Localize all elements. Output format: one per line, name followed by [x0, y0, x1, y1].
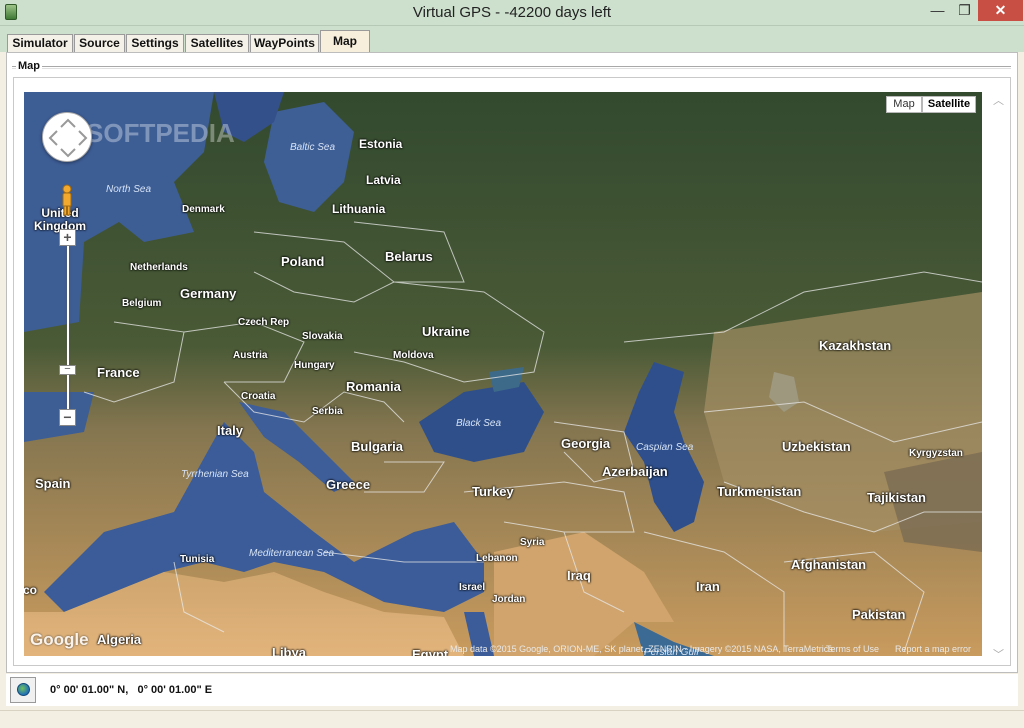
globe-button[interactable] [10, 677, 36, 703]
sea-label: Black Sea [456, 418, 502, 429]
zoom-track[interactable] [67, 242, 69, 418]
map-label: Poland [281, 254, 325, 269]
tab-satellites[interactable]: Satellites [185, 34, 249, 53]
map-label: Egypt [412, 647, 449, 656]
map-label: Uzbekistan [782, 439, 851, 454]
map-attribution: Map data ©2015 Google, ORION-ME, SK plan… [450, 644, 833, 654]
zoom-out-button[interactable]: − [59, 409, 76, 426]
map-label: Kazakhstan [819, 338, 892, 353]
sea-label: North Sea [106, 184, 152, 195]
map-label: Iran [696, 579, 720, 594]
title-bar: Virtual GPS - -42200 days left — ❐ ✕ [0, 0, 1024, 26]
google-logo: Google [30, 630, 89, 649]
map-type-map-button[interactable]: Map [886, 96, 922, 113]
map-label: Tunisia [180, 554, 215, 565]
window-title: Virtual GPS - -42200 days left [412, 4, 612, 21]
map-label: Algeria [97, 632, 142, 647]
map-label: Lebanon [476, 553, 518, 564]
map-label: Jordan [492, 594, 526, 605]
globe-icon [17, 683, 30, 696]
map-label: Kyrgyzstan [909, 448, 963, 459]
sea-label: Tyrrhenian Sea [181, 469, 249, 480]
sea-label: Caspian Sea [636, 442, 694, 453]
map-label: Italy [217, 423, 244, 438]
map-label: Germany [180, 286, 237, 301]
map-label: Croatia [241, 391, 276, 402]
map-type-satellite-button[interactable]: Satellite [922, 96, 976, 113]
sea-label: Mediterranean Sea [249, 548, 335, 559]
map-label: Greece [326, 477, 371, 492]
map-label: Morocco [24, 583, 38, 597]
scroll-up-arrow-icon[interactable]: ︿ [993, 92, 1004, 108]
map-label: Afghanistan [791, 557, 867, 572]
pan-control[interactable] [42, 112, 92, 162]
watermark: SOFTPEDIA [86, 118, 235, 148]
zoom-in-button[interactable]: + [59, 229, 76, 246]
map-label: Bulgaria [351, 439, 404, 454]
group-divider-highlight [12, 68, 1011, 69]
map-view[interactable]: SOFTPEDIA Estonia Latvia Lithuania Denma… [24, 92, 982, 656]
map-label: Spain [35, 476, 71, 491]
tab-strip: Simulator Source Settings Satellites Way… [0, 26, 1024, 53]
tab-source[interactable]: Source [74, 34, 125, 53]
map-label: Estonia [359, 137, 403, 151]
coordinates-readout: 0° 00' 01.00" N, 0° 00' 01.00" E [50, 684, 213, 696]
window-bottom-edge [0, 710, 1024, 728]
map-label: Netherlands [130, 262, 188, 273]
minimize-button[interactable]: — [924, 0, 951, 21]
map-label: Israel [459, 582, 486, 593]
status-bar: 0° 00' 01.00" N, 0° 00' 01.00" E [6, 674, 1018, 706]
pan-arrows-icon [48, 118, 88, 158]
map-label: Latvia [366, 173, 401, 187]
group-label: Map [16, 60, 42, 72]
map-label: Slovakia [302, 331, 343, 342]
group-divider [12, 66, 1011, 67]
scroll-down-arrow-icon[interactable]: ﹀ [993, 646, 1004, 662]
map-label: France [97, 365, 140, 380]
map-label: Pakistan [852, 607, 906, 622]
map-label: Hungary [294, 360, 335, 371]
map-label: Denmark [182, 204, 225, 215]
map-label: Lithuania [332, 202, 386, 216]
map-label: Tajikistan [867, 490, 927, 505]
map-label: Georgia [561, 436, 611, 451]
map-label: Romania [346, 379, 401, 394]
terms-of-use-link[interactable]: Terms of Use [826, 644, 879, 654]
tab-map[interactable]: Map [320, 30, 370, 53]
sea-label: Baltic Sea [290, 142, 336, 153]
close-button[interactable]: ✕ [978, 0, 1023, 21]
map-label: Iraq [567, 568, 591, 583]
map-label: Azerbaijan [602, 464, 668, 479]
map-label: Austria [233, 350, 268, 361]
map-label: Libya [272, 645, 306, 656]
street-view-pegman-icon[interactable] [60, 184, 74, 216]
tab-simulator[interactable]: Simulator [7, 34, 73, 53]
maximize-button[interactable]: ❐ [951, 0, 978, 21]
tab-waypoints[interactable]: WayPoints [250, 34, 319, 53]
map-label: Ukraine [422, 324, 470, 339]
tab-settings[interactable]: Settings [126, 34, 184, 53]
map-label: Turkmenistan [717, 484, 802, 499]
map-label: Moldova [393, 350, 434, 361]
map-browser-frame: SOFTPEDIA Estonia Latvia Lithuania Denma… [13, 77, 1011, 666]
map-label: Belgium [122, 298, 162, 309]
zoom-slider-handle[interactable]: − [59, 364, 76, 375]
report-map-error-link[interactable]: Report a map error [895, 644, 971, 654]
map-label: Serbia [312, 406, 343, 417]
map-label: Belarus [385, 249, 433, 264]
map-label: Syria [520, 537, 545, 548]
map-label: Turkey [472, 484, 514, 499]
map-label: Czech Rep [238, 317, 290, 328]
map-panel: Map SOFTPEDIA Estonia Latvia Lithuania D… [6, 52, 1018, 673]
